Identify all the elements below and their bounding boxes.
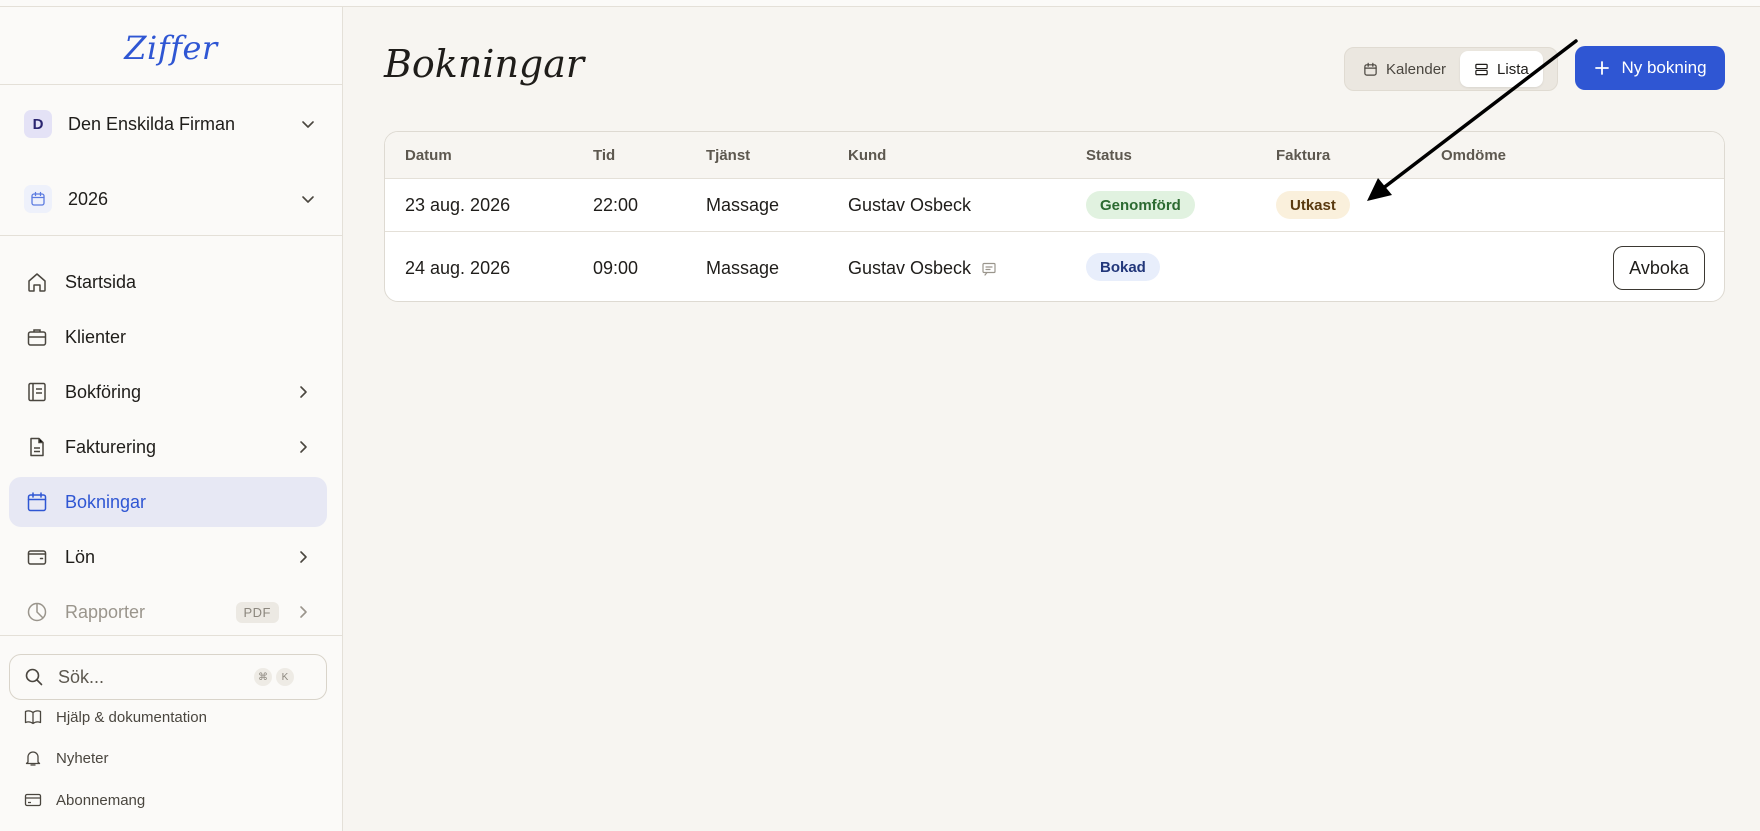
status-badge: Genomförd — [1086, 191, 1195, 219]
document-icon — [25, 435, 49, 459]
sidebar-item-rapporter[interactable]: Rapporter PDF — [9, 587, 327, 637]
sidebar-item-bokforing[interactable]: Bokföring — [9, 367, 327, 417]
column-header-tid[interactable]: Tid — [593, 147, 615, 164]
column-header-faktura[interactable]: Faktura — [1276, 147, 1330, 164]
shortcut-key: K — [276, 668, 294, 686]
sidebar-item-startsida[interactable]: Startsida — [9, 257, 327, 307]
cell-time: 22:00 — [593, 195, 639, 215]
sidebar-divider — [0, 84, 342, 85]
year-value: 2026 — [68, 188, 109, 209]
sidebar-item-label: Rapporter — [65, 601, 146, 622]
sidebar-item-label: Klienter — [65, 326, 127, 347]
news-link[interactable]: Nyheter — [24, 743, 314, 773]
credit-card-icon — [24, 793, 42, 807]
customer-name: Gustav Osbeck — [848, 258, 972, 278]
search-input[interactable] — [56, 665, 250, 689]
cell-date: 24 aug. 2026 — [405, 258, 511, 278]
table-row[interactable]: 23 aug. 2026 22:00 Massage Gustav Osbeck… — [385, 179, 1724, 232]
sidebar-item-lon[interactable]: Lön — [9, 532, 327, 582]
calendar-view-button[interactable]: Kalender — [1349, 51, 1460, 87]
footer-link-label: Hjälp & dokumentation — [56, 708, 207, 726]
column-header-omdome[interactable]: Omdöme — [1441, 147, 1506, 164]
calendar-view-label: Kalender — [1386, 60, 1447, 78]
chevron-right-icon — [300, 441, 307, 453]
sidebar-divider — [0, 635, 342, 636]
cancel-booking-button[interactable]: Avboka — [1613, 246, 1705, 290]
column-header-status[interactable]: Status — [1086, 147, 1132, 164]
page-title: Bokningar — [384, 42, 585, 86]
pdf-badge: PDF — [235, 601, 279, 623]
sidebar-item-klienter[interactable]: Klienter — [9, 312, 327, 362]
sidebar-item-fakturering[interactable]: Fakturering — [9, 422, 327, 472]
year-selector[interactable]: 2026 — [24, 181, 318, 217]
footer-link-label: Abonnemang — [56, 791, 146, 809]
table-row[interactable]: 24 aug. 2026 09:00 Massage Gustav Osbeck… — [385, 232, 1724, 301]
app-logo[interactable]: Ziffer — [0, 29, 342, 67]
chevron-down-icon — [302, 196, 314, 203]
calendar-icon — [24, 185, 52, 213]
sidebar: Ziffer D Den Enskilda Firman 2026 Starts… — [0, 7, 343, 831]
comment-icon[interactable] — [981, 261, 997, 277]
new-booking-button[interactable]: Ny bokning — [1575, 46, 1725, 90]
home-icon — [25, 270, 49, 294]
search-box[interactable]: ⌘ K — [9, 654, 327, 700]
top-border — [0, 0, 1760, 7]
column-header-tjanst[interactable]: Tjänst — [706, 147, 750, 164]
new-booking-label: Ny bokning — [1621, 58, 1707, 77]
sidebar-item-label: Bokningar — [65, 491, 147, 512]
pie-chart-icon — [25, 600, 49, 624]
cell-service: Massage — [706, 195, 780, 215]
list-view-label: Lista — [1497, 60, 1529, 78]
shortcut-key: ⌘ — [254, 668, 272, 686]
table-header: Datum Tid Tjänst Kund Status Faktura Omd… — [385, 132, 1724, 179]
help-link[interactable]: Hjälp & dokumentation — [24, 702, 314, 732]
plus-icon — [1595, 61, 1610, 75]
footer-link-label: Nyheter — [56, 749, 109, 767]
bell-icon — [25, 751, 41, 766]
chevron-down-icon — [302, 121, 314, 128]
chevron-right-icon — [300, 551, 307, 563]
calendar-icon — [1364, 62, 1377, 76]
chevron-right-icon — [300, 606, 307, 618]
calendar-icon — [25, 490, 49, 514]
sidebar-divider — [0, 235, 342, 236]
chevron-right-icon — [300, 386, 307, 398]
subscription-link[interactable]: Abonnemang — [24, 785, 314, 815]
company-name: Den Enskilda Firman — [68, 113, 236, 134]
status-badge: Bokad — [1086, 253, 1160, 281]
sidebar-item-label: Bokföring — [65, 381, 142, 402]
sidebar-item-bokningar[interactable]: Bokningar — [9, 477, 327, 527]
book-icon — [24, 710, 42, 725]
cell-customer: Gustav Osbeck — [848, 195, 972, 215]
search-icon — [25, 668, 43, 686]
ledger-icon — [25, 380, 49, 404]
cell-time: 09:00 — [593, 258, 639, 278]
column-header-datum[interactable]: Datum — [405, 147, 452, 164]
list-view-button[interactable]: Lista — [1460, 51, 1543, 87]
cell-customer: Gustav Osbeck — [848, 258, 997, 279]
list-icon — [1475, 63, 1488, 75]
sidebar-item-label: Lön — [65, 546, 96, 567]
bookings-table: Datum Tid Tjänst Kund Status Faktura Omd… — [384, 131, 1725, 302]
cell-service: Massage — [706, 258, 780, 278]
invoice-badge[interactable]: Utkast — [1276, 191, 1350, 219]
sidebar-item-label: Startsida — [65, 271, 137, 292]
company-selector[interactable]: D Den Enskilda Firman — [24, 106, 318, 142]
sidebar-item-label: Fakturering — [65, 436, 157, 457]
view-toggle: Kalender Lista — [1344, 47, 1558, 91]
company-avatar: D — [24, 110, 52, 138]
cell-date: 23 aug. 2026 — [405, 195, 511, 215]
column-header-kund[interactable]: Kund — [848, 147, 886, 164]
wallet-icon — [25, 545, 49, 569]
briefcase-icon — [25, 325, 49, 349]
